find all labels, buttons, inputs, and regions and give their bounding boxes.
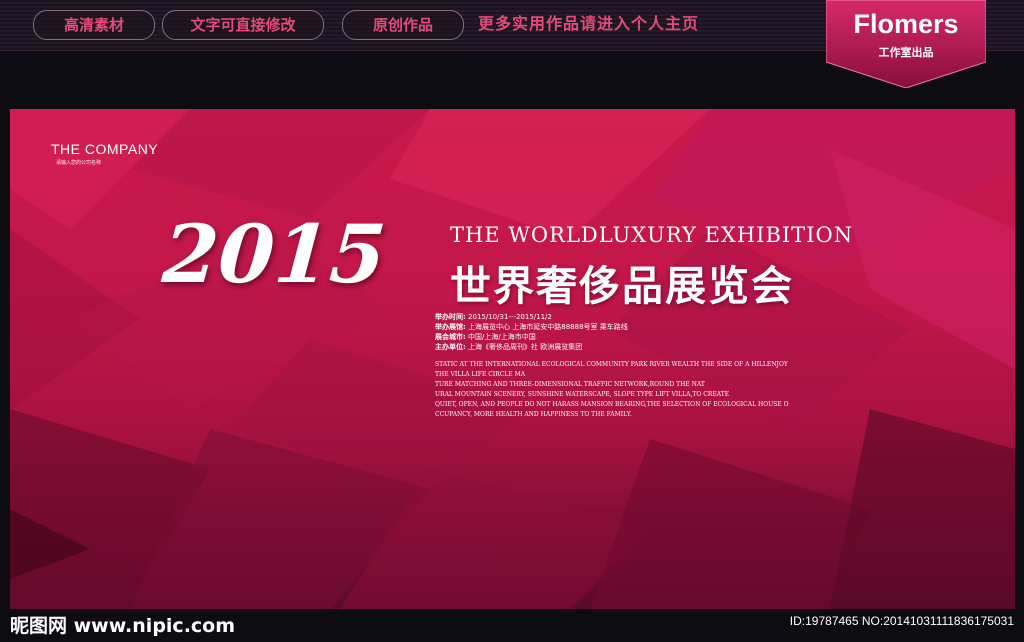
info-label: 举办展馆:: [435, 323, 466, 331]
watermark-id: ID:19787465 NO:20141031111836175031: [789, 614, 1014, 628]
info-value: 中国/上海/上海市中国: [468, 333, 536, 341]
event-year: 2015: [159, 207, 389, 301]
info-value: 上海《奢侈品周刊》社 欧洲展览集团: [468, 343, 583, 351]
homepage-link[interactable]: 更多实用作品请进入个人主页: [478, 10, 699, 38]
tag-editable-text[interactable]: 文字可直接修改: [162, 10, 324, 40]
company-name-placeholder: 请输入您的公司名称: [56, 160, 102, 166]
brand-name: Flomers: [853, 9, 959, 39]
brand-badge: Flomers 工作室出品: [826, 0, 986, 88]
info-row-city: 展会城市: 中国/上海/上海市中国: [435, 332, 536, 342]
description-line: QUIET, OPEN, AND PEOPLE DO NOT HARASS MA…: [435, 401, 789, 408]
info-label: 举办时间:: [435, 313, 466, 321]
info-row-date: 举办时间: 2015/10/31---2015/11/2: [435, 312, 552, 322]
info-value: 2015/10/31---2015/11/2: [468, 313, 552, 321]
description-line: THE VILLA LIFE CIRCLE MA: [435, 371, 526, 378]
exhibition-poster: THE COMPANY 请输入您的公司名称 2015 THE WORLDLUXU…: [10, 109, 1015, 609]
company-name: THE COMPANY: [51, 141, 159, 157]
description-line: TURE MATCHING AND THREE-DIMENSIONAL TRAF…: [435, 381, 705, 388]
tag-original-work[interactable]: 原创作品: [342, 10, 464, 40]
page: 高清素材 文字可直接修改 原创作品 更多实用作品请进入个人主页 Flomers …: [0, 0, 1024, 642]
info-label: 展会城市:: [435, 333, 466, 341]
info-row-organizer: 主办单位: 上海《奢侈品周刊》社 欧洲展览集团: [435, 342, 582, 352]
brand-subtitle: 工作室出品: [878, 46, 934, 59]
description-line: URAL MOUNTAIN SCENERY, SUNSHINE WATERSCA…: [435, 391, 730, 398]
event-title-chinese: 世界奢侈品展览会: [450, 262, 794, 310]
info-row-venue: 举办展馆: 上海展览中心 上海市延安中路88888号室 乘车路线: [435, 322, 628, 332]
description-line: CCUPANCY, MORE HEALTH AND HAPPINESS TO T…: [435, 411, 632, 418]
tag-hd-material[interactable]: 高清素材: [33, 10, 155, 40]
info-label: 主办单位:: [435, 343, 466, 351]
watermark-site: 昵图网 www.nipic.com: [10, 615, 236, 637]
description-line: STATIC AT THE INTERNATIONAL ECOLOGICAL C…: [435, 361, 788, 368]
poster-geometric-background: [10, 109, 1015, 609]
event-title-english: THE WORLDLUXURY EXHIBITION: [450, 223, 854, 247]
info-value: 上海展览中心 上海市延安中路88888号室 乘车路线: [468, 323, 628, 331]
